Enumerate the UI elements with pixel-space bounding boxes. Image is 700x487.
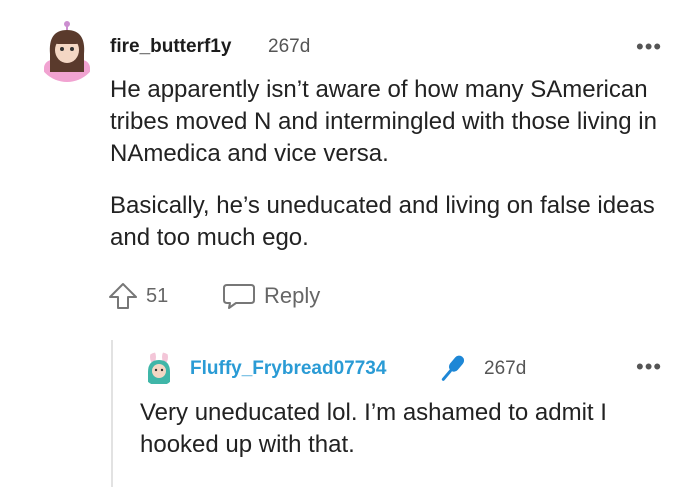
reply-age: 267d [484, 358, 527, 379]
reply-username[interactable]: Fluffy_Frybread07734 [190, 358, 386, 380]
more-options-button[interactable]: ••• [636, 34, 662, 60]
comment-age: 267d [268, 36, 311, 57]
reply-text: Very uneducated lol. I’m ashamed to admi… [140, 399, 607, 458]
comment-username[interactable]: fire_butterf1y [110, 36, 231, 58]
microphone-icon [441, 355, 465, 381]
reply-thread-line[interactable] [111, 340, 113, 487]
upvote-button[interactable]: 51 [108, 282, 168, 310]
reply-label: Reply [264, 283, 321, 308]
speech-bubble-icon [223, 284, 255, 309]
comment-paragraph: Basically, he’s uneducated and living on… [110, 192, 655, 251]
reply-avatar[interactable] [142, 352, 176, 386]
avatar[interactable] [36, 20, 98, 82]
comment-paragraph: He apparently isn’t aware of how many SA… [110, 76, 657, 167]
reply-more-options-button[interactable]: ••• [636, 354, 662, 380]
speaker-badge [434, 351, 470, 392]
upvote-count: 51 [146, 284, 169, 307]
upvote-arrow-icon [109, 283, 137, 309]
user-avatar-icon [142, 352, 176, 386]
reply-button[interactable]: Reply [222, 282, 320, 310]
user-avatar-icon [36, 20, 98, 82]
